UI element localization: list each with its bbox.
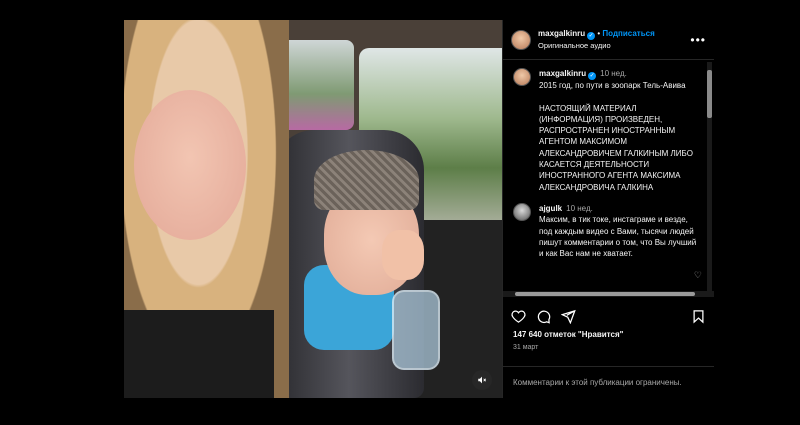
more-options-icon[interactable]: ••• xyxy=(690,33,706,47)
post-date[interactable]: 31 март xyxy=(513,344,538,351)
bookmark-icon[interactable] xyxy=(691,309,706,324)
mute-icon[interactable] xyxy=(472,370,492,390)
comment-like-icon[interactable]: ♡ xyxy=(694,270,702,281)
separator: • xyxy=(597,29,601,38)
horizontal-scrollbar[interactable] xyxy=(503,291,714,297)
avatar[interactable] xyxy=(513,202,531,221)
child-cap xyxy=(314,150,419,210)
post-video[interactable] xyxy=(124,20,502,398)
caption-time[interactable]: 10 нед. xyxy=(600,69,627,78)
post-side-panel: maxgalkinru ✓ • Подписаться Оригинальное … xyxy=(502,20,714,398)
comment-username[interactable]: ajgulk xyxy=(539,204,562,213)
share-icon[interactable] xyxy=(561,309,576,324)
vertical-scrollbar-thumb[interactable] xyxy=(707,70,712,118)
post-modal: maxgalkinru ✓ • Подписаться Оригинальное … xyxy=(124,20,714,398)
woman-body xyxy=(124,310,274,398)
water-bottle xyxy=(392,290,440,370)
username-link[interactable]: maxgalkinru xyxy=(538,29,585,38)
comment-time[interactable]: 10 нед. xyxy=(566,204,593,213)
comment-text: Максим, в тик токе, инстаграме и везде, … xyxy=(539,215,697,259)
audio-link[interactable]: Оригинальное аудио xyxy=(538,40,690,51)
woman-face xyxy=(134,90,246,240)
child-hand xyxy=(382,230,424,280)
follow-button[interactable]: Подписаться xyxy=(602,29,654,38)
comments-section[interactable]: maxgalkinru ✓ 10 нед. 2015 год, по пути в … xyxy=(503,60,714,296)
verified-icon: ✓ xyxy=(588,72,597,80)
likes-count[interactable]: 147 640 отметок "Нравится" xyxy=(513,330,623,339)
caption-username[interactable]: maxgalkinru xyxy=(539,69,586,78)
comment-icon[interactable] xyxy=(536,309,551,324)
post-actions xyxy=(511,305,706,327)
verified-icon: ✓ xyxy=(587,32,596,40)
avatar[interactable] xyxy=(511,29,531,50)
horizontal-scrollbar-thumb[interactable] xyxy=(515,292,695,296)
avatar[interactable] xyxy=(513,68,531,86)
post-header: maxgalkinru ✓ • Подписаться Оригинальное … xyxy=(503,20,714,60)
caption-text: 2015 год, по пути в зоопарк Тель-Авива Н… xyxy=(539,81,693,192)
post-header-info: maxgalkinru ✓ • Подписаться Оригинальное … xyxy=(538,28,690,51)
heart-icon[interactable] xyxy=(511,309,526,324)
comment-item: ajgulk 10 нед. Максим, в тик токе, инстаг… xyxy=(513,202,708,259)
comments-closed-notice: Комментарии к этой публикации ограничены… xyxy=(503,366,714,398)
caption: maxgalkinru ✓ 10 нед. 2015 год, по пути в … xyxy=(513,68,708,193)
